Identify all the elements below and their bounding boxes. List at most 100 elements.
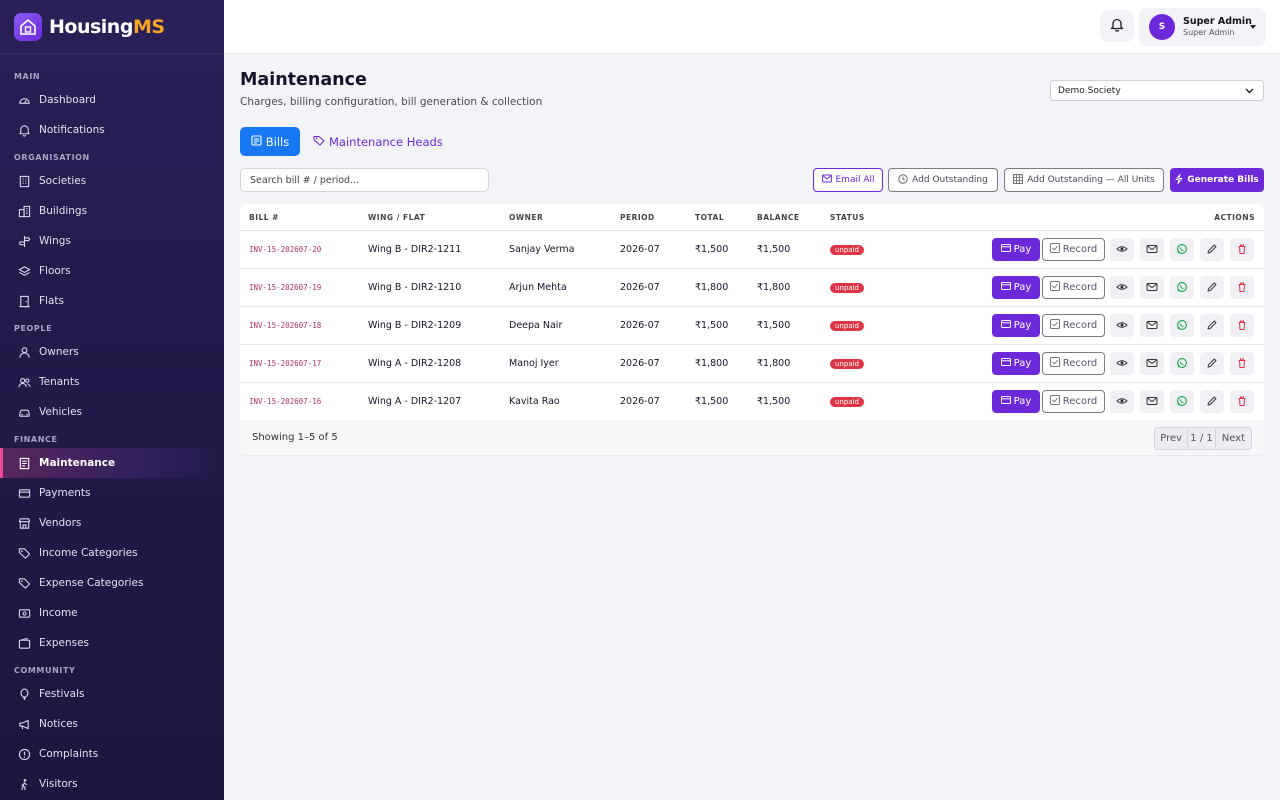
delete-button[interactable] [1230,238,1254,261]
topbar: S Super Admin Super Admin [224,0,1280,54]
add-outstanding-button[interactable]: Add Outstanding [888,168,998,192]
sidebar-item-complaints[interactable]: Complaints [0,739,224,769]
edit-icon [1206,392,1218,411]
record-label: Record [1062,358,1098,369]
sidebar-item-expense-categories[interactable]: Expense Categories [0,568,224,598]
total: ₹1,500 [695,396,729,407]
record-button[interactable]: Record [1042,238,1105,261]
bill-number[interactable]: INV-15-202607-19 [249,269,321,306]
sidebar-item-maintenance[interactable]: Maintenance [0,448,224,478]
credit-card-icon [1000,396,1011,407]
email-button[interactable] [1140,238,1164,261]
whatsapp-button[interactable] [1170,238,1194,261]
record-button[interactable]: Record [1042,352,1105,375]
edit-button[interactable] [1200,352,1224,375]
sidebar-item-floors[interactable]: Floors [0,256,224,286]
view-button[interactable] [1110,238,1134,261]
prev-page-button[interactable]: Prev [1155,428,1189,449]
edit-button[interactable] [1200,238,1224,261]
next-page-button[interactable]: Next [1216,428,1251,449]
bills-table: BILL # WING / FLAT OWNER PERIOD TOTAL BA… [240,204,1264,455]
sidebar-item-label: Expenses [39,637,90,649]
mail-icon [1146,354,1158,373]
notifications-button[interactable] [1100,10,1134,42]
sidebar-item-dashboard[interactable]: Dashboard [0,85,224,115]
brand[interactable]: HousingMS [0,0,224,54]
status-cell: unpaid [830,231,864,268]
alert-icon [18,748,31,761]
sidebar-item-tenants[interactable]: Tenants [0,367,224,397]
sidebar-item-visitors[interactable]: Visitors [0,769,224,799]
pay-button[interactable]: Pay [992,314,1040,337]
sidebar-item-buildings[interactable]: Buildings [0,196,224,226]
view-button[interactable] [1110,276,1134,299]
tab-maintenance-heads[interactable]: Maintenance Heads [313,127,443,156]
sidebar-item-festivals[interactable]: Festivals [0,679,224,709]
email-button[interactable] [1140,390,1164,413]
bill-number[interactable]: INV-15-202607-17 [249,345,321,382]
record-button[interactable]: Record [1042,276,1105,299]
sidebar-item-income-categories[interactable]: Income Categories [0,538,224,568]
whatsapp-button[interactable] [1170,352,1194,375]
delete-button[interactable] [1230,352,1254,375]
email-all-button[interactable]: Email All [813,168,883,192]
email-button[interactable] [1140,352,1164,375]
society-select[interactable]: Demo Society [1050,80,1264,101]
pay-button[interactable]: Pay [992,352,1040,375]
sidebar-item-notices[interactable]: Notices [0,709,224,739]
sidebar-item-wings[interactable]: Wings [0,226,224,256]
sidebar-item-payments[interactable]: Payments [0,478,224,508]
sidebar-item-vehicles[interactable]: Vehicles [0,397,224,427]
sidebar-item-vendors[interactable]: Vendors [0,508,224,538]
delete-button[interactable] [1230,314,1254,337]
edit-button[interactable] [1200,314,1224,337]
bill-number[interactable]: INV-15-202607-16 [249,383,321,420]
email-button[interactable] [1140,314,1164,337]
delete-button[interactable] [1230,276,1254,299]
bill-number[interactable]: INV-15-202607-18 [249,307,321,344]
edit-icon [1206,240,1218,259]
edit-button[interactable] [1200,390,1224,413]
view-icon [1116,354,1128,373]
pay-button[interactable]: Pay [992,238,1040,261]
record-button[interactable]: Record [1042,390,1105,413]
sidebar-item-societies[interactable]: Societies [0,166,224,196]
user-name: Super Admin [1183,16,1252,28]
whatsapp-button[interactable] [1170,390,1194,413]
sidebar-item-label: Vendors [39,517,82,529]
owner-name: Arjun Mehta [509,282,567,293]
credit-card-icon [1000,358,1011,369]
view-icon [1116,392,1128,411]
sidebar-item-income[interactable]: Income [0,598,224,628]
bill-number[interactable]: INV-15-202607-20 [249,231,321,268]
owner-name: Kavita Rao [509,396,560,407]
view-button[interactable] [1110,390,1134,413]
sidebar-item-label: Owners [39,346,79,358]
tab-bills[interactable]: Bills [240,127,300,156]
balance: ₹1,800 [757,358,791,369]
pay-button[interactable]: Pay [992,276,1040,299]
whatsapp-button[interactable] [1170,276,1194,299]
whatsapp-button[interactable] [1170,314,1194,337]
delete-button[interactable] [1230,390,1254,413]
edit-button[interactable] [1200,276,1224,299]
search-input[interactable] [240,168,489,192]
generate-bills-button[interactable]: Generate Bills [1170,168,1264,192]
sidebar-item-flats[interactable]: Flats [0,286,224,316]
add-outstanding-all-button[interactable]: Add Outstanding — All Units [1004,168,1164,192]
sidebar-item-expenses[interactable]: Expenses [0,628,224,658]
users-icon [18,376,31,389]
add-outstanding-label: Add Outstanding [912,175,988,185]
sidebar-item-notifications[interactable]: Notifications [0,115,224,145]
view-button[interactable] [1110,352,1134,375]
sidebar-section-finance: FINANCE [14,435,58,444]
email-button[interactable] [1140,276,1164,299]
pay-button[interactable]: Pay [992,390,1040,413]
sidebar-item-label: Societies [39,175,87,187]
user-menu[interactable]: S Super Admin Super Admin [1139,8,1266,46]
user-icon [18,346,31,359]
bell-icon [1110,17,1124,36]
view-button[interactable] [1110,314,1134,337]
record-button[interactable]: Record [1042,314,1105,337]
sidebar-item-owners[interactable]: Owners [0,337,224,367]
